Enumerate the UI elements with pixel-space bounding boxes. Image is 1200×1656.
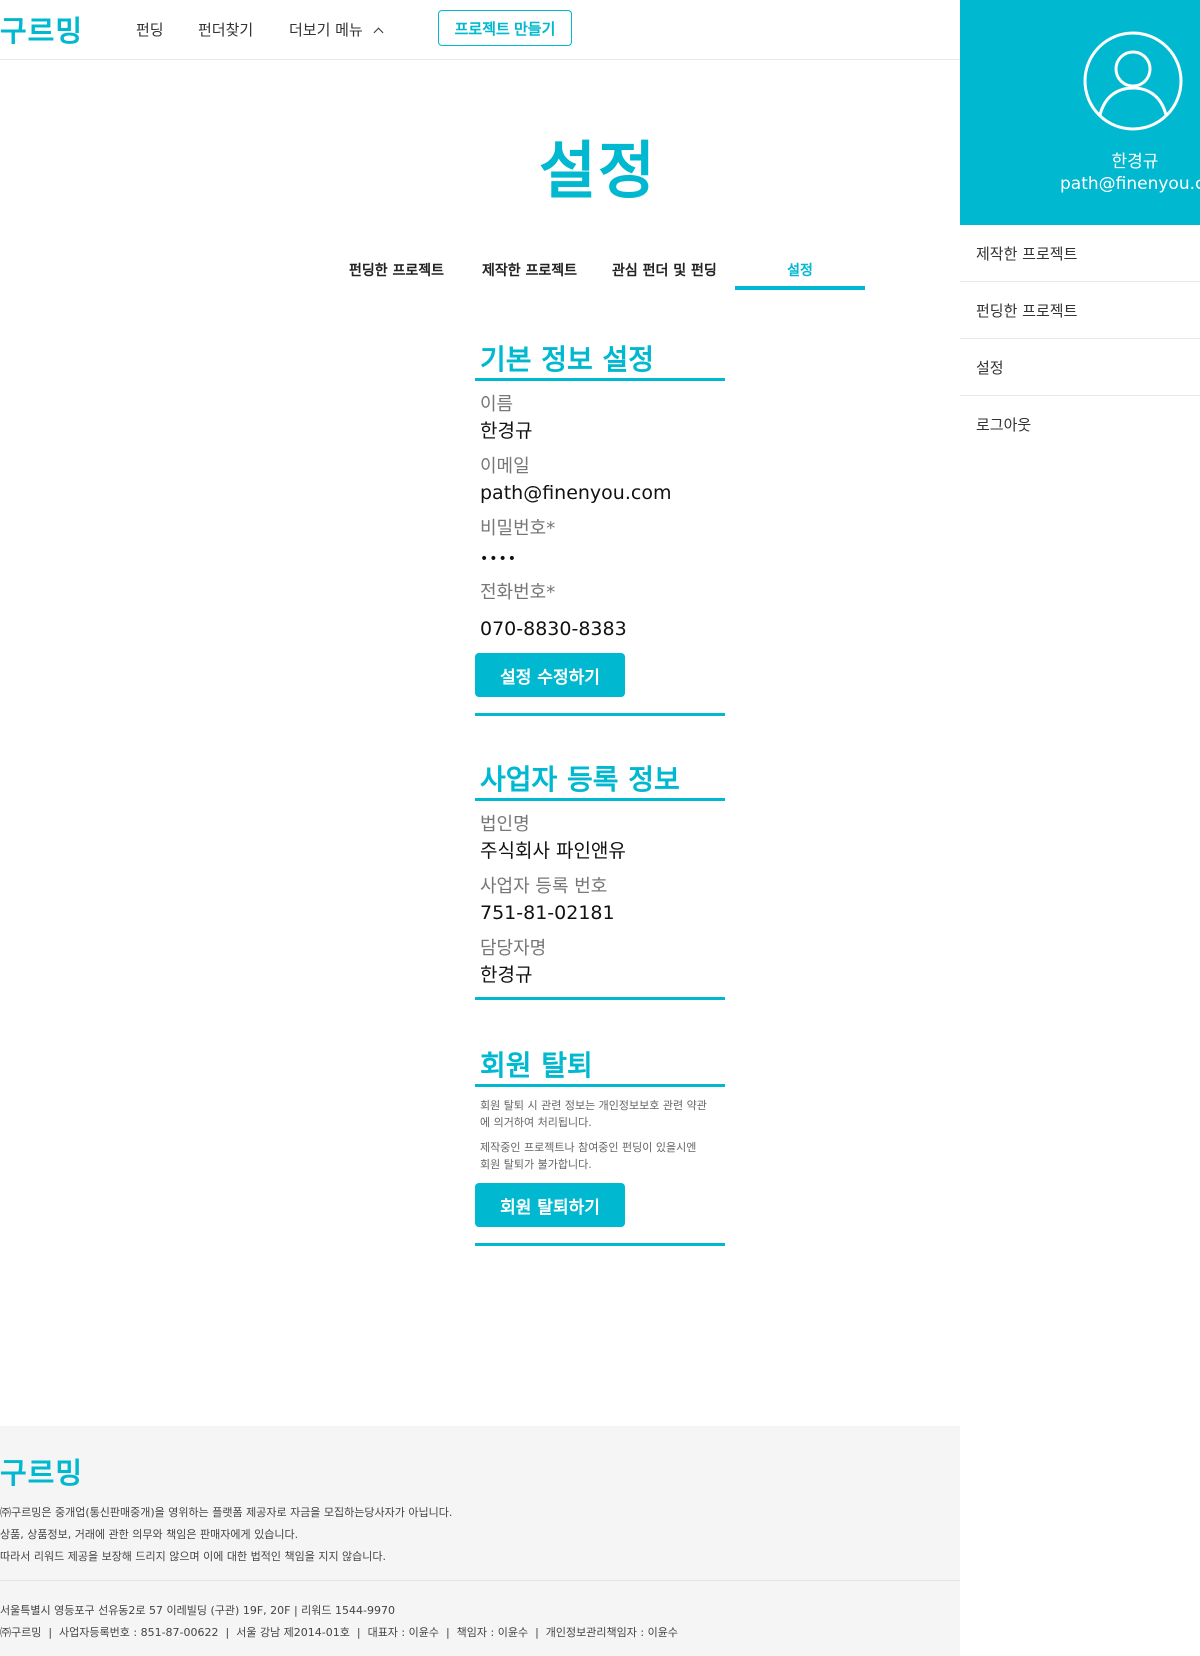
basic-info-section: 기본 정보 설정 이름 한경규 이메일 path@finenyou.com 비밀… xyxy=(475,342,725,716)
tab-created-projects[interactable]: 제작한 프로젝트 xyxy=(482,260,577,280)
corp-name-value: 주식회사 파인앤유 xyxy=(480,840,626,862)
user-avatar-icon xyxy=(1083,31,1183,131)
side-menu-created-projects[interactable]: 제작한 프로젝트 xyxy=(960,225,1200,282)
reg-number-value: 751-81-02181 xyxy=(480,902,615,924)
nav-more-menu[interactable]: 더보기 메뉴 xyxy=(289,19,384,40)
name-value: 한경규 xyxy=(480,420,533,442)
withdraw-note-1-line-1: 회원 탈퇴 시 관련 정보는 개인정보보호 관련 약관 xyxy=(480,1099,707,1112)
side-menu-funded-projects[interactable]: 펀딩한 프로젝트 xyxy=(960,282,1200,339)
manager-label: 담당자명 xyxy=(480,938,547,959)
corp-name-label: 법인명 xyxy=(480,814,530,835)
make-project-button[interactable]: 프로젝트 만들기 xyxy=(438,10,572,46)
tab-interest-funders[interactable]: 관심 펀더 및 펀딩 xyxy=(612,260,717,280)
side-menu-logout[interactable]: 로그아웃 xyxy=(960,396,1200,453)
footer-company-info: ㈜구르밍 | 사업자등록번호 : 851-87-00622 | 서울 강남 제2… xyxy=(0,1626,678,1639)
phone-value: 070-8830-8383 xyxy=(480,618,627,640)
section-divider xyxy=(475,713,725,716)
section-divider xyxy=(475,1243,725,1246)
manager-value: 한경규 xyxy=(480,964,533,986)
footer-divider xyxy=(0,1580,960,1581)
email-value: path@finenyou.com xyxy=(480,482,672,504)
footer: 구르밍 ㈜구르밍은 중개업(통신판매중개)을 영위하는 플랫폼 제공자로 자금을… xyxy=(0,1426,960,1656)
tab-funded-projects[interactable]: 펀딩한 프로젝트 xyxy=(349,260,444,280)
footer-disclaimer-line: 따라서 리워드 제공을 보장해 드리지 않으며 이에 대한 법적인 책임을 지지… xyxy=(0,1550,387,1563)
withdraw-section: 회원 탈퇴 회원 탈퇴 시 관련 정보는 개인정보보호 관련 약관 에 의거하여… xyxy=(475,1048,725,1246)
tab-settings[interactable]: 설정 xyxy=(735,260,865,290)
nav-find-funders[interactable]: 펀더찾기 xyxy=(198,19,253,40)
reg-number-label: 사업자 등록 번호 xyxy=(480,876,608,897)
basic-info-title: 기본 정보 설정 xyxy=(475,342,725,381)
email-label: 이메일 xyxy=(480,456,530,477)
withdraw-note-1: 회원 탈퇴 시 관련 정보는 개인정보보호 관련 약관 에 의거하여 처리됩니다… xyxy=(475,1097,725,1131)
footer-address: 서울특별시 영등포구 선유동2로 57 이레빌딩 (구관) 19F, 20F |… xyxy=(0,1604,395,1617)
footer-disclaimer-line: 상품, 상품정보, 거래에 관한 의무와 책임은 판매자에게 있습니다. xyxy=(0,1528,299,1541)
withdraw-title: 회원 탈퇴 xyxy=(475,1048,725,1087)
chevron-up-icon xyxy=(373,27,384,38)
side-menu-settings[interactable]: 설정 xyxy=(960,339,1200,396)
business-info-section: 사업자 등록 정보 법인명 주식회사 파인앤유 사업자 등록 번호 751-81… xyxy=(475,762,725,1000)
nav-funding[interactable]: 펀딩 xyxy=(136,19,164,40)
phone-label: 전화번호* xyxy=(480,582,556,603)
business-info-title: 사업자 등록 정보 xyxy=(475,762,725,801)
top-header: 구르밍 펀딩 펀더찾기 더보기 메뉴 프로젝트 만들기 xyxy=(0,0,960,60)
withdraw-note-1-line-2: 에 의거하여 처리됩니다. xyxy=(480,1116,592,1129)
withdraw-button[interactable]: 회원 탈퇴하기 xyxy=(475,1183,625,1227)
password-label: 비밀번호* xyxy=(480,518,556,539)
section-divider xyxy=(475,997,725,1000)
site-logo[interactable]: 구르밍 xyxy=(0,8,83,50)
withdraw-note-2-line-1: 제작중인 프로젝트나 참여중인 펀딩이 있을시엔 xyxy=(480,1141,697,1154)
password-value: •••• xyxy=(480,551,518,567)
withdraw-note-2-line-2: 회원 탈퇴가 불가합니다. xyxy=(480,1158,592,1171)
name-label: 이름 xyxy=(480,394,514,415)
profile-name: 한경규 xyxy=(1111,152,1159,172)
footer-logo: 구르밍 xyxy=(0,1456,84,1490)
nav-more-label: 더보기 메뉴 xyxy=(289,21,363,39)
footer-disclaimer-line: ㈜구르밍은 중개업(통신판매중개)을 영위하는 플랫폼 제공자로 자금을 모집하… xyxy=(0,1506,453,1519)
profile-email: path@finenyou.com xyxy=(1060,174,1200,194)
edit-settings-button[interactable]: 설정 수정하기 xyxy=(475,653,625,697)
withdraw-note-2: 제작중인 프로젝트나 참여중인 펀딩이 있을시엔 회원 탈퇴가 불가합니다. xyxy=(475,1139,725,1173)
